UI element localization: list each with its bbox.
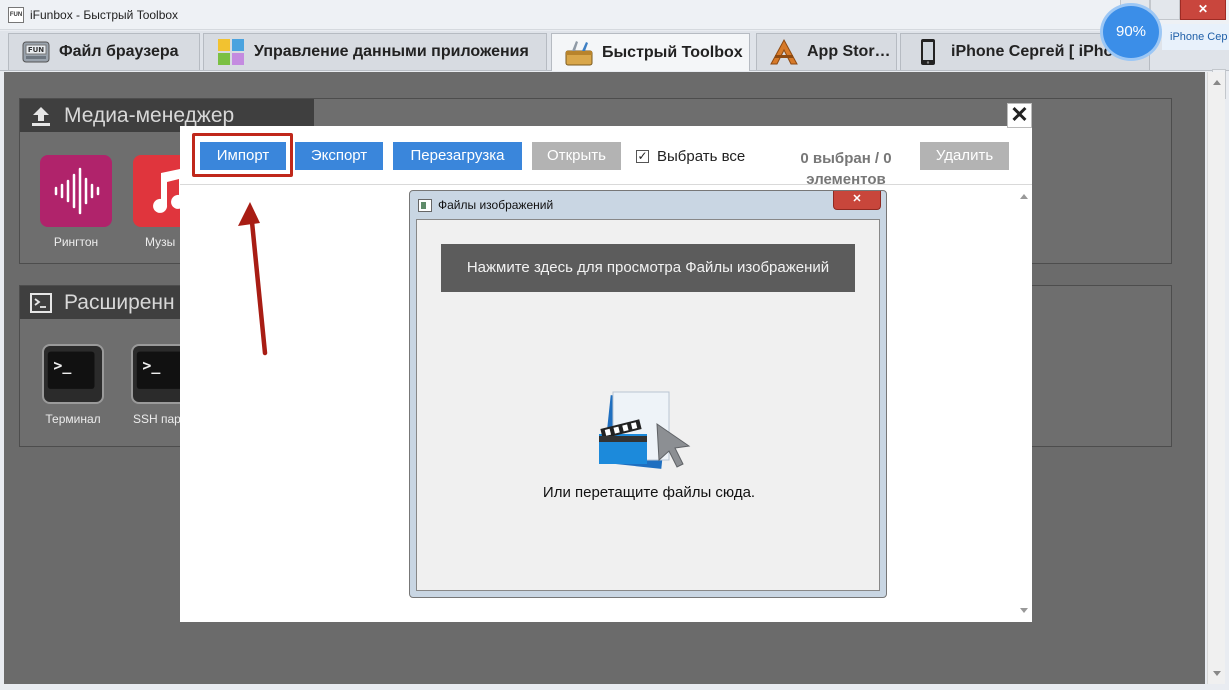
export-button[interactable]: Экспорт [295, 142, 383, 170]
import-button[interactable]: Импорт [200, 142, 286, 170]
media-file-drag-icon [599, 391, 691, 469]
tile-label: Терминал [45, 412, 101, 426]
selection-count-line2: элементов [806, 171, 886, 188]
annotation-arrow-icon [238, 202, 268, 356]
iphone-icon [921, 39, 935, 65]
app-store-icon [770, 38, 798, 65]
selection-count-line1: 0 выбран / 0 [800, 150, 892, 167]
tile-label: Рингтон [53, 235, 99, 249]
delete-button[interactable]: Удалить [920, 142, 1009, 170]
terminal-icon: >_ [42, 344, 104, 404]
fun-drive-icon: FUN [22, 41, 50, 63]
dialog-close-button[interactable]: ✕ [1007, 103, 1032, 128]
select-all-label: Выбрать все [657, 148, 746, 165]
console-icon [30, 293, 52, 313]
window-title: iFunbox - Быстрый Toolbox [30, 8, 179, 22]
advanced-header: Расширенн [20, 286, 190, 319]
window-close-button[interactable]: ✕ [1180, 0, 1226, 20]
tab-label: Управление данными приложения [254, 43, 529, 60]
tab-quick-toolbox[interactable]: Быстрый Toolbox [551, 33, 750, 71]
tile-terminal[interactable]: >_ Терминал [37, 344, 109, 426]
app-grid-icon [218, 39, 244, 65]
tile-label: Музы [145, 235, 176, 249]
dialog-divider [180, 184, 1032, 185]
tile-label: SSH пар [133, 412, 181, 426]
ssh-terminal-icon: >_ [131, 344, 181, 404]
section-title: Расширенн [64, 291, 175, 314]
drop-hint-text: Или перетащите файлы сюда. [542, 484, 756, 501]
tile-music[interactable]: Музы [133, 155, 180, 249]
select-all-checkbox[interactable]: ✓ [636, 150, 649, 163]
open-button[interactable]: Открыть [532, 142, 621, 170]
image-files-close-button[interactable]: ✕ [833, 191, 881, 210]
browse-image-files-button[interactable]: Нажмите здесь для просмотра Файлы изобра… [441, 244, 855, 292]
main-vertical-scrollbar[interactable] [1207, 72, 1225, 684]
svg-text:FUN: FUN [28, 46, 44, 54]
tab-file-browser[interactable]: FUN Файл браузера [8, 33, 200, 70]
reload-button[interactable]: Перезагрузка [393, 142, 522, 170]
ringtone-waveform-icon [40, 155, 112, 227]
image-files-window-title: Файлы изображений [438, 198, 554, 212]
toolbox-icon [565, 40, 593, 65]
section-title: Медиа-менеджер [64, 104, 235, 127]
device-name-pill[interactable]: iPhone Сер [1162, 24, 1229, 50]
upload-icon [32, 107, 50, 126]
main-tab-bar: FUN Файл браузера Управление данными при… [0, 31, 1229, 99]
window-picture-icon [418, 199, 432, 212]
tile-ringtone[interactable]: Рингтон [40, 155, 112, 249]
scroll-down-arrow-icon[interactable] [1213, 671, 1221, 680]
scroll-up-arrow-icon[interactable] [1213, 76, 1221, 85]
zoom-badge: 90% [1100, 3, 1162, 61]
select-all-control[interactable]: ✓ Выбрать все [636, 148, 745, 165]
tile-ssh[interactable]: >_ SSH пар [131, 344, 181, 426]
svg-text:>_: >_ [53, 356, 71, 374]
window-titlebar: FUN iFunbox - Быстрый Toolbox ✕ [0, 0, 1229, 30]
tab-label: App Stor… [807, 43, 891, 60]
tab-app-store[interactable]: App Stor… [756, 33, 897, 70]
drop-zone[interactable]: Нажмите здесь для просмотра Файлы изобра… [416, 219, 880, 591]
tab-label: Файл браузера [59, 43, 179, 60]
music-note-icon [133, 155, 180, 227]
tab-app-data[interactable]: Управление данными приложения [203, 33, 547, 70]
svg-text:>_: >_ [142, 356, 160, 374]
dialog-scroll-up-icon[interactable] [1020, 190, 1028, 199]
dialog-scroll-down-icon[interactable] [1020, 608, 1028, 617]
image-files-window: Файлы изображений ✕ Нажмите здесь для пр… [409, 190, 887, 598]
ifunbox-app-icon: FUN [8, 7, 24, 23]
tab-label: Быстрый Toolbox [602, 43, 743, 61]
